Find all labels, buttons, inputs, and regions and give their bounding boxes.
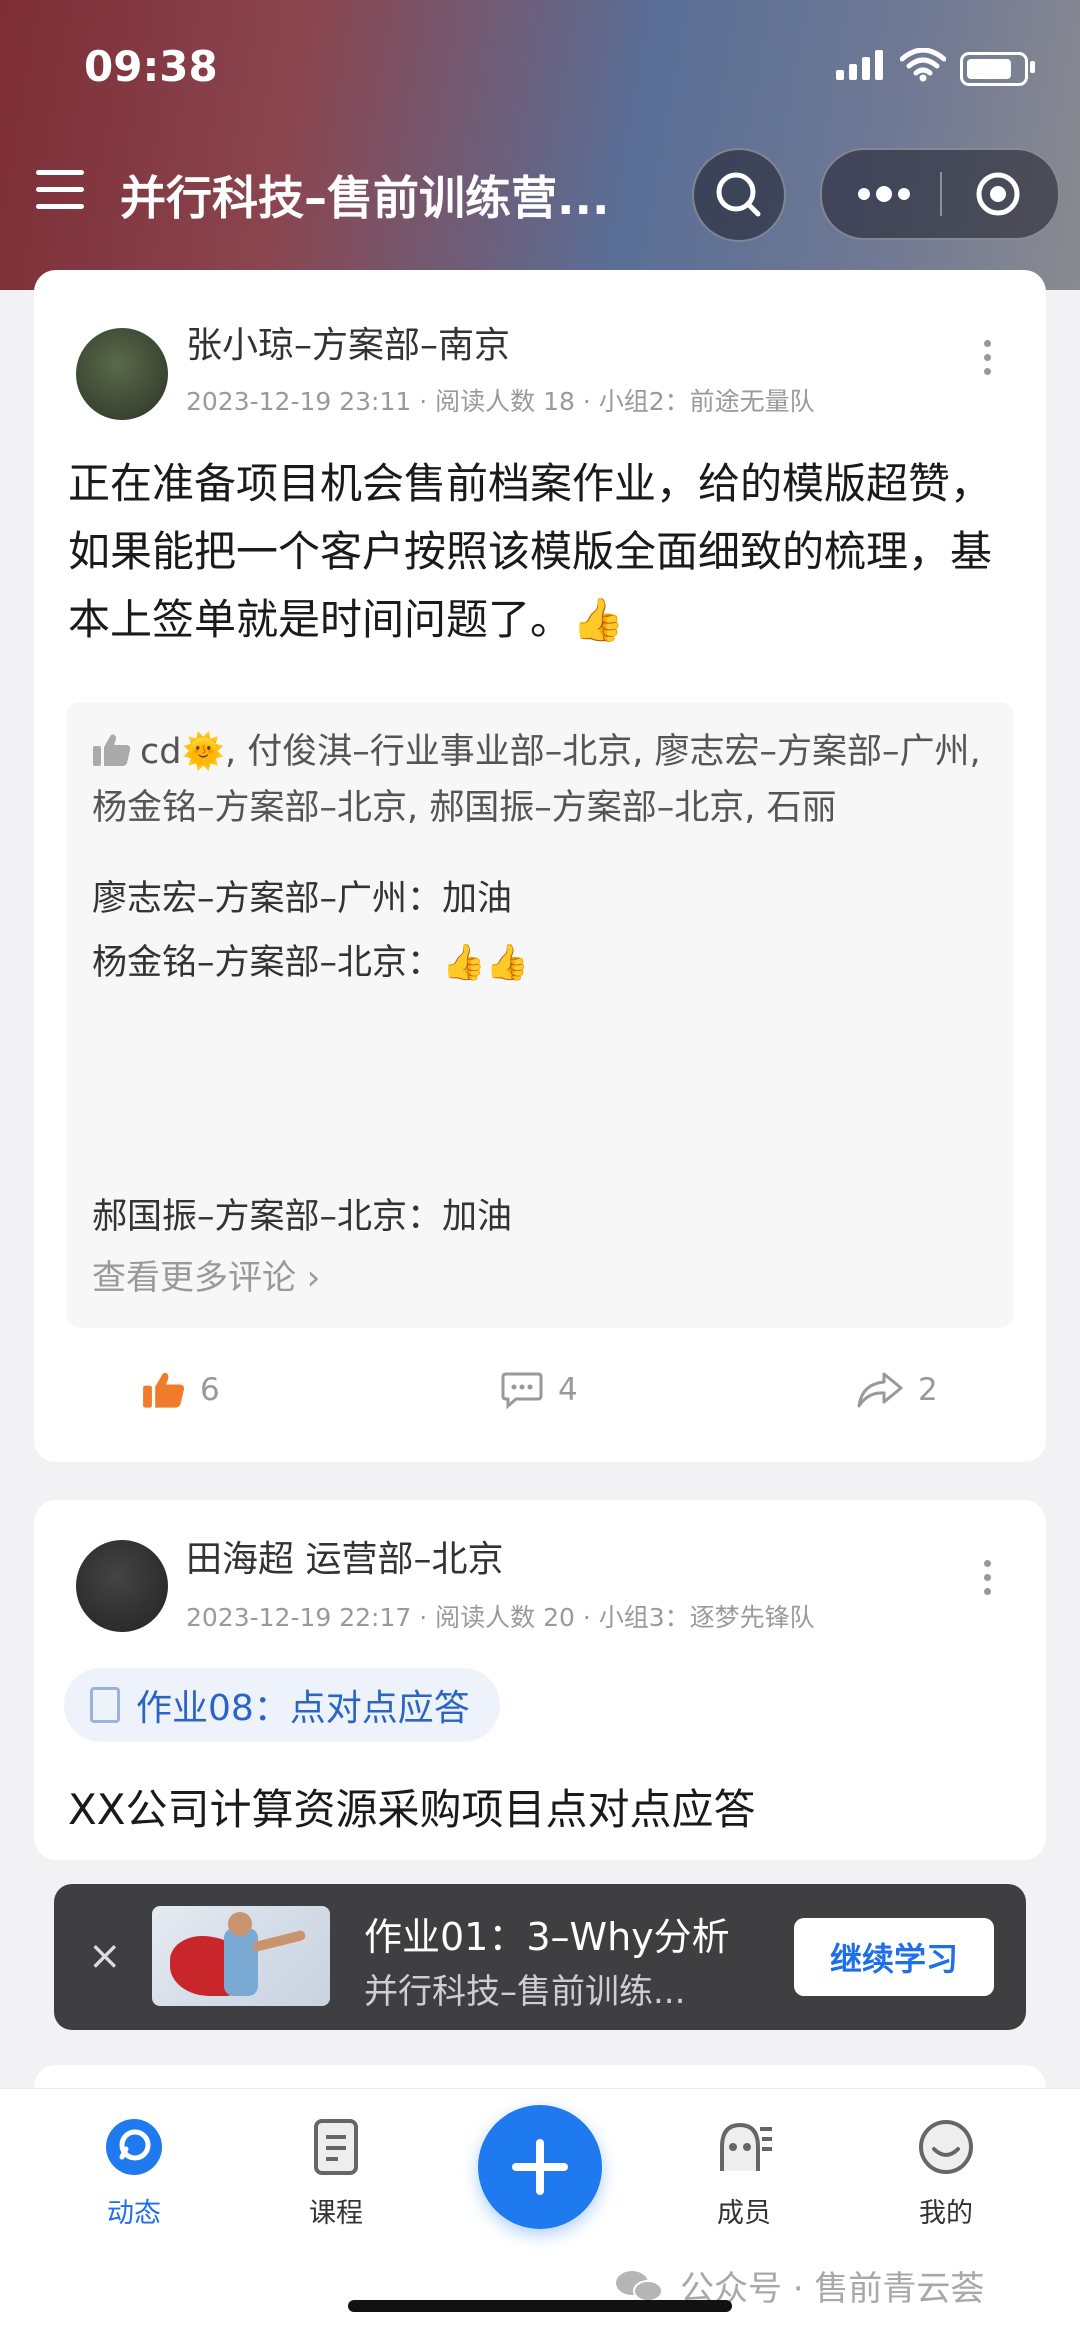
comment-icon <box>501 1372 543 1410</box>
tab-course[interactable]: 课程 <box>266 2117 406 2230</box>
comment-box: cd🌞, 付俊淇–行业事业部–北京, 廖志宏–方案部–广州, 杨金铭–方案部–北… <box>66 702 1014 1328</box>
avatar[interactable] <box>76 328 168 420</box>
course-thumbnail[interactable] <box>152 1906 330 2006</box>
share-count: 2 <box>918 1372 938 1408</box>
thumbs-up-emoji: 👍 <box>572 595 625 644</box>
members-icon <box>720 2122 772 2171</box>
tab-moments[interactable]: 动态 <box>64 2117 204 2230</box>
share-button[interactable]: 2 <box>856 1370 938 1410</box>
mini-player-subtitle: 并行科技–售前训练... <box>364 1972 686 2012</box>
signal-icon <box>836 50 883 80</box>
tab-label: 成员 <box>717 2198 771 2229</box>
home-indicator <box>348 2300 732 2312</box>
view-more-comments-link[interactable]: 查看更多评论 › <box>92 1250 320 1299</box>
wechat-icon <box>616 2270 663 2302</box>
more-icon[interactable] <box>856 184 912 204</box>
likers-list: cd🌞, 付俊淇–行业事业部–北京, 廖志宏–方案部–广州, 杨金铭–方案部–北… <box>92 724 992 836</box>
miniapp-capsule <box>820 148 1060 240</box>
course-icon <box>314 2119 358 2175</box>
tab-label: 动态 <box>107 2198 161 2229</box>
moments-icon <box>106 2119 162 2175</box>
mini-player-title: 作业01：3–Why分析 <box>364 1915 730 1959</box>
like-icon <box>143 1372 185 1408</box>
create-post-button[interactable] <box>478 2105 602 2229</box>
post-text: 正在准备项目机会售前档案作业，给的模版超赞，如果能把一个客户按照该模版全面细致的… <box>68 450 1018 654</box>
profile-icon <box>919 2120 973 2174</box>
menu-icon[interactable] <box>36 170 84 210</box>
tab-profile[interactable]: 我的 <box>876 2117 1016 2230</box>
assignment-tag-label: 作业08：点对点应答 <box>136 1688 470 1729</box>
document-icon <box>90 1687 120 1723</box>
battery-tip <box>1030 61 1035 73</box>
post-card[interactable]: 田海超 运营部–北京 2023-12-19 22:17 · 阅读人数 20 · … <box>34 1500 1046 1860</box>
wifi-icon <box>900 48 946 82</box>
search-button[interactable] <box>692 148 786 242</box>
plus-icon <box>512 2139 568 2195</box>
search-icon <box>716 172 761 217</box>
comment-count: 4 <box>558 1372 578 1408</box>
post-meta: 2023-12-19 22:17 · 阅读人数 20 · 小组3：逐梦先锋队 <box>186 1603 815 1632</box>
comment-button[interactable]: 4 <box>500 1370 578 1410</box>
more-options-icon[interactable] <box>984 340 992 382</box>
more-options-icon[interactable] <box>984 1560 992 1602</box>
close-miniapp-icon[interactable] <box>974 170 1022 218</box>
post-actions: 6 4 2 <box>34 1370 1046 1430</box>
continue-learning-button[interactable]: 继续学习 <box>794 1918 994 1996</box>
nav-bar: 并行科技–售前训练营... <box>0 140 1080 242</box>
share-icon <box>857 1372 903 1408</box>
post-body: 正在准备项目机会售前档案作业，给的模版超赞，如果能把一个客户按照该模版全面细致的… <box>68 459 993 644</box>
tab-members[interactable]: 成员 <box>674 2117 814 2230</box>
mini-player[interactable]: × 作业01：3–Why分析 并行科技–售前训练... 继续学习 <box>54 1884 1026 2030</box>
comment-item[interactable]: 郝国振–方案部–北京：加油 <box>92 1188 512 1239</box>
page-title: 并行科技–售前训练营... <box>120 171 610 225</box>
thumbs-up-icon <box>93 734 131 766</box>
tab-label: 我的 <box>919 2198 973 2229</box>
like-button[interactable]: 6 <box>142 1370 220 1410</box>
battery-icon <box>960 52 1028 86</box>
status-bar: 09:38 <box>0 0 1080 130</box>
like-count: 6 <box>200 1372 220 1408</box>
avatar[interactable] <box>76 1540 168 1632</box>
tab-label: 课程 <box>309 2198 363 2229</box>
likers-names[interactable]: cd🌞, 付俊淇–行业事业部–北京, 廖志宏–方案部–广州, 杨金铭–方案部–北… <box>92 732 981 828</box>
header: 09:38 并行科技–售前训练营... <box>0 0 1080 290</box>
capsule-divider <box>940 172 942 216</box>
comment-item[interactable]: 廖志宏–方案部–广州：加油 <box>92 870 512 921</box>
post-card[interactable]: 张小琼–方案部–南京 2023-12-19 23:11 · 阅读人数 18 · … <box>34 270 1046 1462</box>
status-time: 09:38 <box>84 42 218 91</box>
post-text: XX公司计算资源采购项目点对点应答 <box>68 1785 756 1834</box>
post-meta: 2023-12-19 23:11 · 阅读人数 18 · 小组2：前途无量队 <box>186 387 815 416</box>
close-icon[interactable]: × <box>88 1936 122 1976</box>
post-author[interactable]: 田海超 运营部–北京 <box>186 1530 503 1582</box>
assignment-tag[interactable]: 作业08：点对点应答 <box>64 1668 500 1742</box>
comment-item[interactable]: 杨金铭–方案部–北京：👍👍 <box>92 934 529 985</box>
post-author[interactable]: 张小琼–方案部–南京 <box>186 316 510 368</box>
